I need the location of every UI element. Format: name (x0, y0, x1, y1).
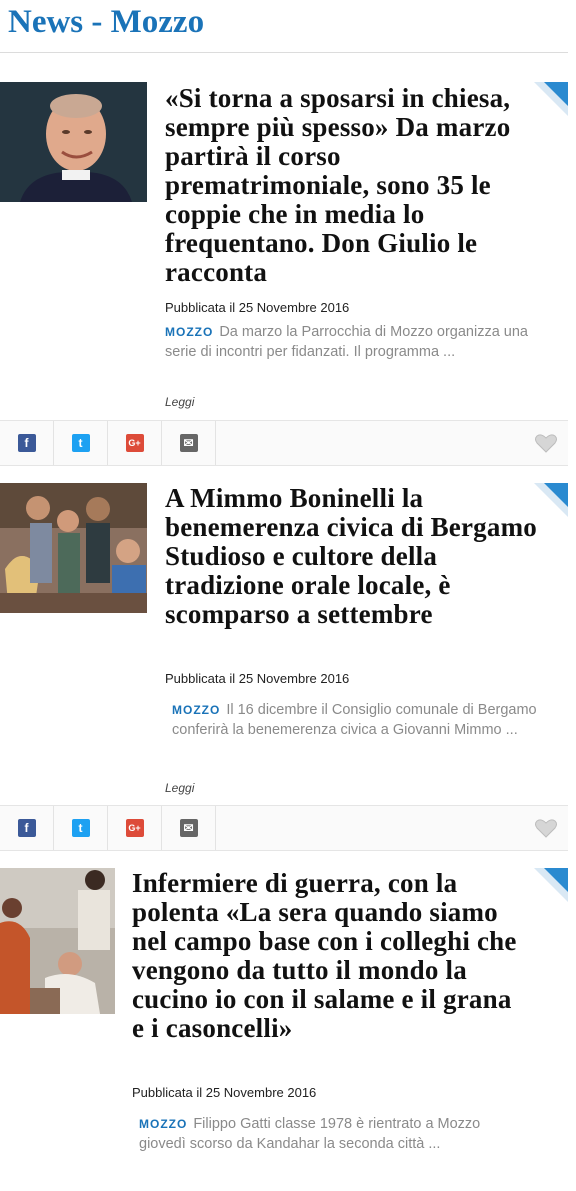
share-twitter-button[interactable]: t (54, 806, 108, 850)
page-title: News - Mozzo (8, 4, 205, 40)
excerpt-text: Il 16 dicembre il Consiglio comunale di … (172, 702, 537, 738)
article-card: «Si torna a sposarsi in chiesa, sempre p… (0, 82, 568, 466)
share-googleplus-button[interactable]: G+ (108, 806, 162, 850)
read-more-link[interactable]: Leggi (165, 395, 194, 409)
article-card: A Mimmo Boninelli la benemerenza civica … (0, 483, 568, 851)
article-excerpt: MOZZO Da marzo la Parrocchia di Mozzo org… (165, 322, 540, 362)
twitter-icon: t (71, 819, 90, 837)
category-tag[interactable]: MOZZO (165, 325, 213, 339)
article-title[interactable]: A Mimmo Boninelli la benemerenza civica … (165, 484, 550, 629)
heart-icon[interactable] (534, 817, 558, 839)
article-thumbnail[interactable] (0, 868, 115, 1014)
category-tag[interactable]: MOZZO (172, 703, 220, 717)
excerpt-text: Da marzo la Parrocchia di Mozzo organizz… (165, 324, 528, 360)
share-googleplus-button[interactable]: G+ (108, 421, 162, 465)
share-facebook-button[interactable]: f (0, 421, 54, 465)
read-more-link[interactable]: Leggi (165, 781, 194, 795)
facebook-icon: f (17, 434, 36, 452)
article-thumbnail[interactable] (0, 82, 147, 202)
email-icon: ✉ (179, 819, 198, 837)
share-facebook-button[interactable]: f (0, 806, 54, 850)
article-excerpt: MOZZO Filippo Gatti classe 1978 è rientra… (139, 1114, 509, 1154)
googleplus-icon: G+ (125, 819, 144, 837)
share-twitter-button[interactable]: t (54, 421, 108, 465)
share-email-button[interactable]: ✉ (162, 806, 216, 850)
share-bar: f t G+ ✉ (0, 805, 568, 851)
article-thumbnail[interactable] (0, 483, 147, 613)
excerpt-text: Filippo Gatti classe 1978 è rientrato a … (139, 1116, 481, 1152)
twitter-icon: t (71, 434, 90, 452)
publish-date: Pubblicata il 25 Novembre 2016 (165, 671, 350, 686)
publish-date: Pubblicata il 25 Novembre 2016 (165, 300, 350, 315)
share-email-button[interactable]: ✉ (162, 421, 216, 465)
share-bar: f t G+ ✉ (0, 420, 568, 466)
publish-date: Pubblicata il 25 Novembre 2016 (132, 1085, 317, 1100)
category-tag[interactable]: MOZZO (139, 1117, 187, 1131)
article-title[interactable]: Infermiere di guerra, con la polenta «La… (132, 869, 522, 1043)
article-excerpt: MOZZO Il 16 dicembre il Consiglio comunal… (172, 700, 542, 740)
corner-ribbon-icon (534, 868, 568, 902)
heart-icon[interactable] (534, 432, 558, 454)
email-icon: ✉ (179, 434, 198, 452)
article-card: Infermiere di guerra, con la polenta «La… (0, 868, 568, 1191)
article-title[interactable]: «Si torna a sposarsi in chiesa, sempre p… (165, 84, 545, 287)
googleplus-icon: G+ (125, 434, 144, 452)
page-header: News - Mozzo (0, 0, 568, 53)
facebook-icon: f (17, 819, 36, 837)
